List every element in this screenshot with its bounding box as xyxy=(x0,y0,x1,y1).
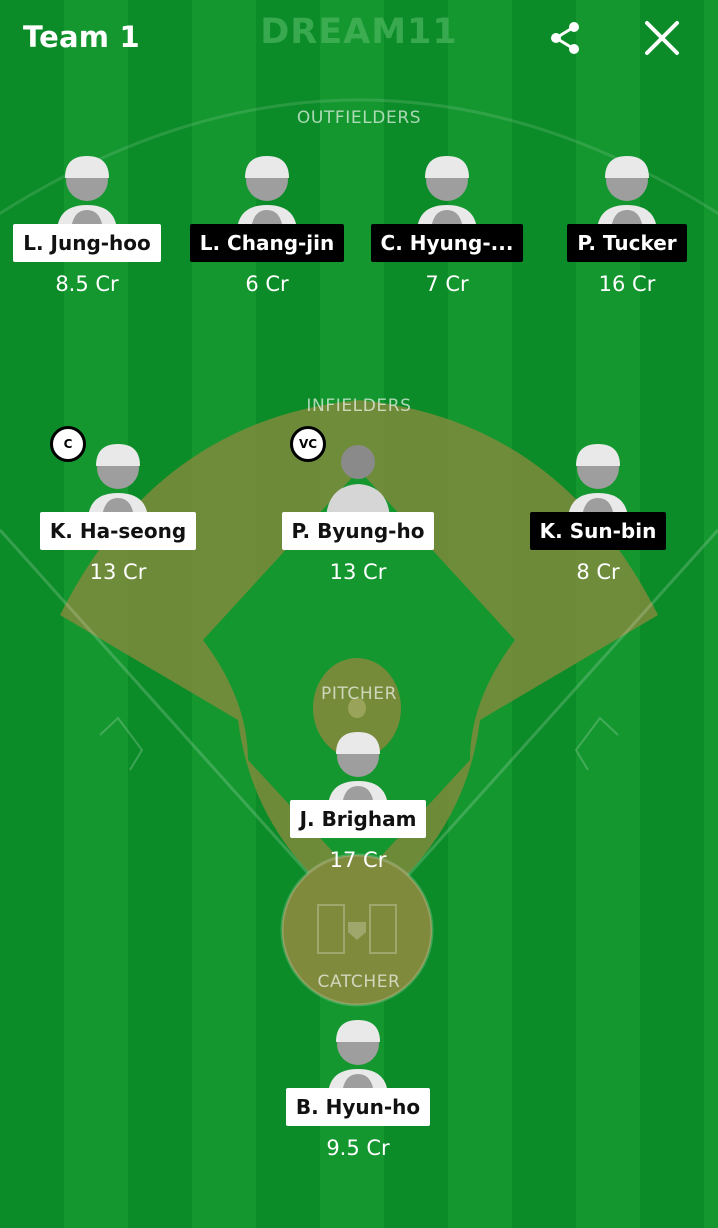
player-name-tag: J. Brigham xyxy=(289,800,427,838)
player-card[interactable]: P. Tucker 16 Cr xyxy=(547,150,707,296)
player-credit: 9.5 Cr xyxy=(326,1136,390,1160)
player-name-tag: P. Byung-ho xyxy=(281,512,435,550)
player-credit: 13 Cr xyxy=(89,560,147,584)
player-credit: 13 Cr xyxy=(329,560,387,584)
dream11-logo: DREAM11 xyxy=(260,12,458,52)
player-card[interactable]: L. Jung-hoo 8.5 Cr xyxy=(7,150,167,296)
player-credit: 6 Cr xyxy=(245,272,289,296)
player-avatar-icon xyxy=(47,150,127,230)
player-name-tag: C. Hyung-... xyxy=(370,224,524,262)
player-credit: 7 Cr xyxy=(425,272,469,296)
player-avatar-icon xyxy=(318,1014,398,1094)
player-name-tag: L. Chang-jin xyxy=(189,224,345,262)
player-card[interactable]: B. Hyun-ho 9.5 Cr xyxy=(278,1014,438,1160)
section-label-infielders: INFIELDERS xyxy=(306,396,412,416)
player-name-tag: P. Tucker xyxy=(567,224,687,262)
player-card[interactable]: C. Hyung-... 7 Cr xyxy=(367,150,527,296)
close-icon xyxy=(645,21,679,55)
player-card[interactable]: VC P. Byung-ho 13 Cr xyxy=(278,426,438,584)
section-label-pitcher: PITCHER xyxy=(320,684,398,704)
player-avatar-icon xyxy=(227,150,307,230)
player-credit: 8.5 Cr xyxy=(55,272,119,296)
player-card[interactable]: C K. Ha-seong 13 Cr xyxy=(38,426,198,584)
player-credit: 17 Cr xyxy=(329,848,387,872)
captain-badge: C xyxy=(50,426,86,462)
player-avatar-icon xyxy=(558,438,638,518)
player-name-tag: L. Jung-hoo xyxy=(13,224,161,262)
player-avatar-icon xyxy=(78,438,158,518)
share-button[interactable] xyxy=(546,18,586,58)
player-avatar-icon xyxy=(587,150,667,230)
section-label-catcher: CATCHER xyxy=(317,972,401,992)
player-card[interactable]: K. Sun-bin 8 Cr xyxy=(518,438,678,584)
section-label-outfielders: OUTFIELDERS xyxy=(296,108,422,128)
player-credit: 8 Cr xyxy=(576,560,620,584)
player-credit: 16 Cr xyxy=(598,272,656,296)
player-avatar-icon xyxy=(407,150,487,230)
player-name-tag: B. Hyun-ho xyxy=(285,1088,431,1126)
share-icon xyxy=(551,22,579,54)
player-name-tag: K. Ha-seong xyxy=(39,512,197,550)
close-button[interactable] xyxy=(642,18,682,58)
player-card[interactable]: J. Brigham 17 Cr xyxy=(278,726,438,872)
vice-captain-badge: VC xyxy=(290,426,326,462)
player-card[interactable]: L. Chang-jin 6 Cr xyxy=(187,150,347,296)
top-bar: Team 1 DREAM11 xyxy=(0,0,718,78)
player-name-tag: K. Sun-bin xyxy=(529,512,667,550)
player-avatar-icon xyxy=(318,726,398,806)
player-avatar-icon xyxy=(318,438,398,518)
